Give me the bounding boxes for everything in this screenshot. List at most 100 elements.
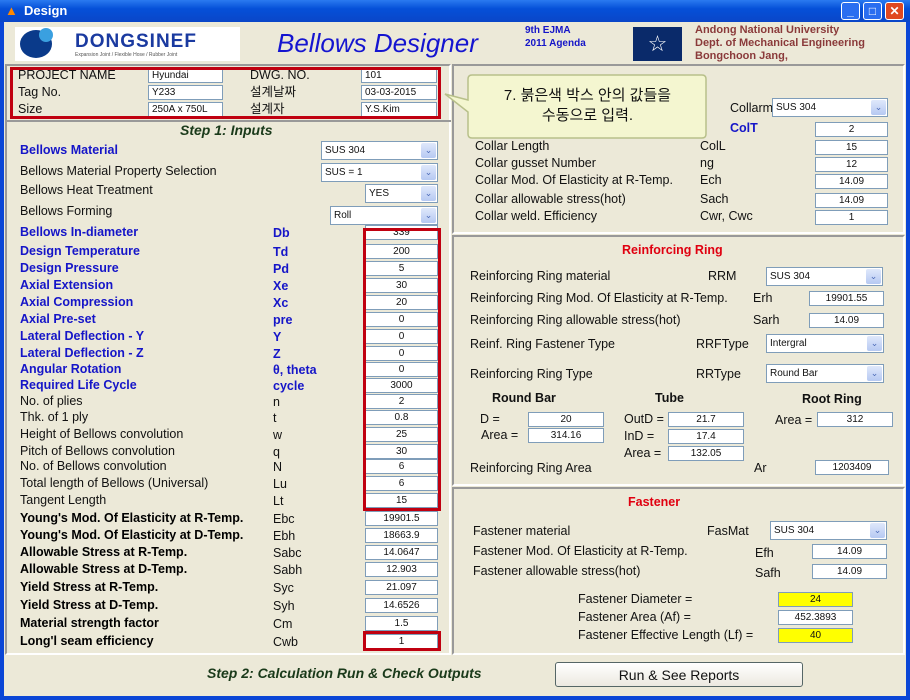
step1-row-label: Allowable Stress at D-Temp. [20, 562, 188, 576]
select-value: SUS 304 [325, 145, 366, 156]
ring-area-symbol: Ar [754, 461, 767, 475]
fastener-stress-symbol: Safh [755, 566, 781, 580]
chevron-down-icon[interactable]: ⌄ [421, 143, 436, 158]
step1-row-label: Design Temperature [20, 244, 140, 258]
step1-row-label: Pitch of Bellows convolution [20, 444, 175, 458]
step1-row-label: Lateral Deflection - Y [20, 329, 145, 343]
select-value: Roll [334, 210, 352, 221]
fastener-stress-input[interactable]: 14.09 [812, 564, 887, 579]
step1-row-symbol: θ, theta [273, 363, 317, 377]
agenda-line2: 2011 Agenda [525, 38, 586, 49]
ring-field-input[interactable]: 17.4 [668, 429, 744, 444]
collar-row-input[interactable]: 14.09 [815, 193, 888, 208]
step1-row-label: Axial Compression [20, 295, 134, 309]
ring-stress-symbol: Sarh [753, 313, 780, 327]
minimize-icon[interactable]: _ [841, 2, 860, 20]
ring-type-select[interactable]: Round Bar ⌄ [766, 364, 884, 383]
step1-select[interactable]: SUS = 1 ⌄ [321, 163, 438, 182]
close-icon[interactable]: ✕ [885, 2, 904, 20]
ring-stress-input[interactable]: 14.09 [809, 313, 884, 328]
chevron-down-icon[interactable]: ⌄ [871, 100, 886, 115]
collar-row-input[interactable]: 15 [815, 140, 888, 155]
run-reports-button[interactable]: Run & See Reports [555, 662, 803, 687]
step1-title: Step 1: Inputs [180, 122, 273, 138]
step1-row-input[interactable]: 1.5 [365, 616, 438, 631]
step1-row-label: No. of plies [20, 394, 83, 408]
fastener-stress-label: Fastener allowable stress(hot) [473, 564, 641, 578]
fastener-diameter-label: Fastener Diameter = [578, 592, 693, 606]
step1-row-symbol: n [273, 395, 280, 409]
collar-row-symbol: ng [700, 156, 714, 170]
step1-select[interactable]: Roll ⌄ [330, 206, 438, 225]
step1-select-label: Bellows Material Property Selection [20, 164, 217, 178]
step1-row-label: Total length of Bellows (Universal) [20, 476, 209, 490]
ring-field-input[interactable]: 312 [817, 412, 893, 427]
agenda-line1: 9th EJMA [525, 25, 571, 36]
step1-row-symbol: Xc [273, 296, 289, 310]
chevron-down-icon[interactable]: ⌄ [867, 366, 882, 381]
department-name: Dept. of Mechanical Engineering [695, 37, 865, 49]
dongsin-logo: DONGSINEF Expansion Joint / Flexible Hos… [15, 27, 240, 61]
callout-line2: 수동으로 입력. [541, 107, 634, 124]
collar-row-label: Collar Mod. Of Elasticity at R-Temp. [475, 173, 673, 187]
title-bar: ▲ Design _ □ ✕ [0, 0, 910, 22]
maximize-icon[interactable]: □ [863, 2, 882, 20]
step1-row-symbol: Sabc [273, 546, 302, 560]
step1-row-label: Lateral Deflection - Z [20, 346, 144, 360]
step1-row-label: Yield Stress at R-Temp. [20, 580, 159, 594]
fastener-length-label: Fastener Effective Length (Lf) = [578, 628, 754, 642]
chevron-down-icon[interactable]: ⌄ [421, 208, 436, 223]
collar-row-label: Collar allowable stress(hot) [475, 192, 626, 206]
chevron-down-icon[interactable]: ⌄ [421, 186, 436, 201]
step1-row-input[interactable]: 14.0647 [365, 545, 438, 560]
collar-thk-input[interactable]: 2 [815, 122, 888, 137]
select-value: YES [369, 188, 390, 199]
collar-material-select[interactable]: SUS 304 ⌄ [772, 98, 888, 117]
step1-row-symbol: t [273, 411, 277, 425]
select-value: SUS 304 [770, 271, 811, 282]
step1-row-label: Tangent Length [20, 493, 107, 507]
collar-row-input[interactable]: 14.09 [815, 174, 888, 189]
fastener-modulus-input[interactable]: 14.09 [812, 544, 887, 559]
step1-select[interactable]: YES ⌄ [365, 184, 438, 203]
ring-field-input[interactable]: 132.05 [668, 446, 744, 461]
fastener-material-select[interactable]: SUS 304 ⌄ [770, 521, 887, 540]
ring-field-input[interactable]: 20 [528, 412, 604, 427]
step1-row-input[interactable]: 12.903 [365, 562, 438, 577]
ring-fastener_type-select[interactable]: Intergral ⌄ [766, 334, 884, 353]
ring-material-symbol: RRM [708, 269, 737, 283]
collar-row-input[interactable]: 12 [815, 157, 888, 172]
collar-row-symbol: Cwr, Cwc [700, 209, 753, 223]
chevron-down-icon[interactable]: ⌄ [866, 269, 881, 284]
select-value: SUS 304 [774, 525, 815, 536]
fastener-length-input[interactable]: 40 [778, 628, 853, 643]
chevron-down-icon[interactable]: ⌄ [421, 165, 436, 180]
chevron-down-icon[interactable]: ⌄ [870, 523, 885, 538]
step1-row-symbol: N [273, 460, 283, 474]
fastener-diameter-input[interactable]: 24 [778, 592, 853, 607]
collar-row-label: Collar weld. Efficiency [475, 209, 598, 223]
step1-select[interactable]: SUS 304 ⌄ [321, 141, 438, 160]
ring-area-input[interactable]: 1203409 [815, 460, 889, 475]
step1-row-input[interactable]: 18663.9 [365, 528, 438, 543]
fastener-area-input[interactable]: 452.3893 [778, 610, 853, 625]
step1-row-input[interactable]: 19901.5 [365, 511, 438, 526]
ring-fastener_type-label: Reinf. Ring Fastener Type [470, 337, 615, 351]
ring-field-input[interactable]: 21.7 [668, 412, 744, 427]
ring-field-input[interactable]: 314.16 [528, 428, 604, 443]
step1-row-input[interactable]: 21.097 [365, 580, 438, 595]
step1-row-input[interactable]: 14.6526 [365, 598, 438, 613]
step1-row-symbol: Ebh [273, 529, 296, 543]
step1-row-symbol: Y [273, 330, 282, 344]
ring-title: Reinforcing Ring [622, 243, 723, 257]
ring-material-select[interactable]: SUS 304 ⌄ [766, 267, 883, 286]
step1-row-symbol: Pd [273, 262, 289, 276]
step1-row-symbol: Xe [273, 279, 289, 293]
chevron-down-icon[interactable]: ⌄ [867, 336, 882, 351]
ring-modulus-input[interactable]: 19901.55 [809, 291, 884, 306]
step1-row-symbol: Td [273, 245, 289, 259]
collar-row-symbol: Sach [700, 192, 729, 206]
university-logo: ☆ [633, 27, 682, 61]
collar-row-input[interactable]: 1 [815, 210, 888, 225]
step2-title: Step 2: Calculation Run & Check Outputs [207, 665, 482, 681]
